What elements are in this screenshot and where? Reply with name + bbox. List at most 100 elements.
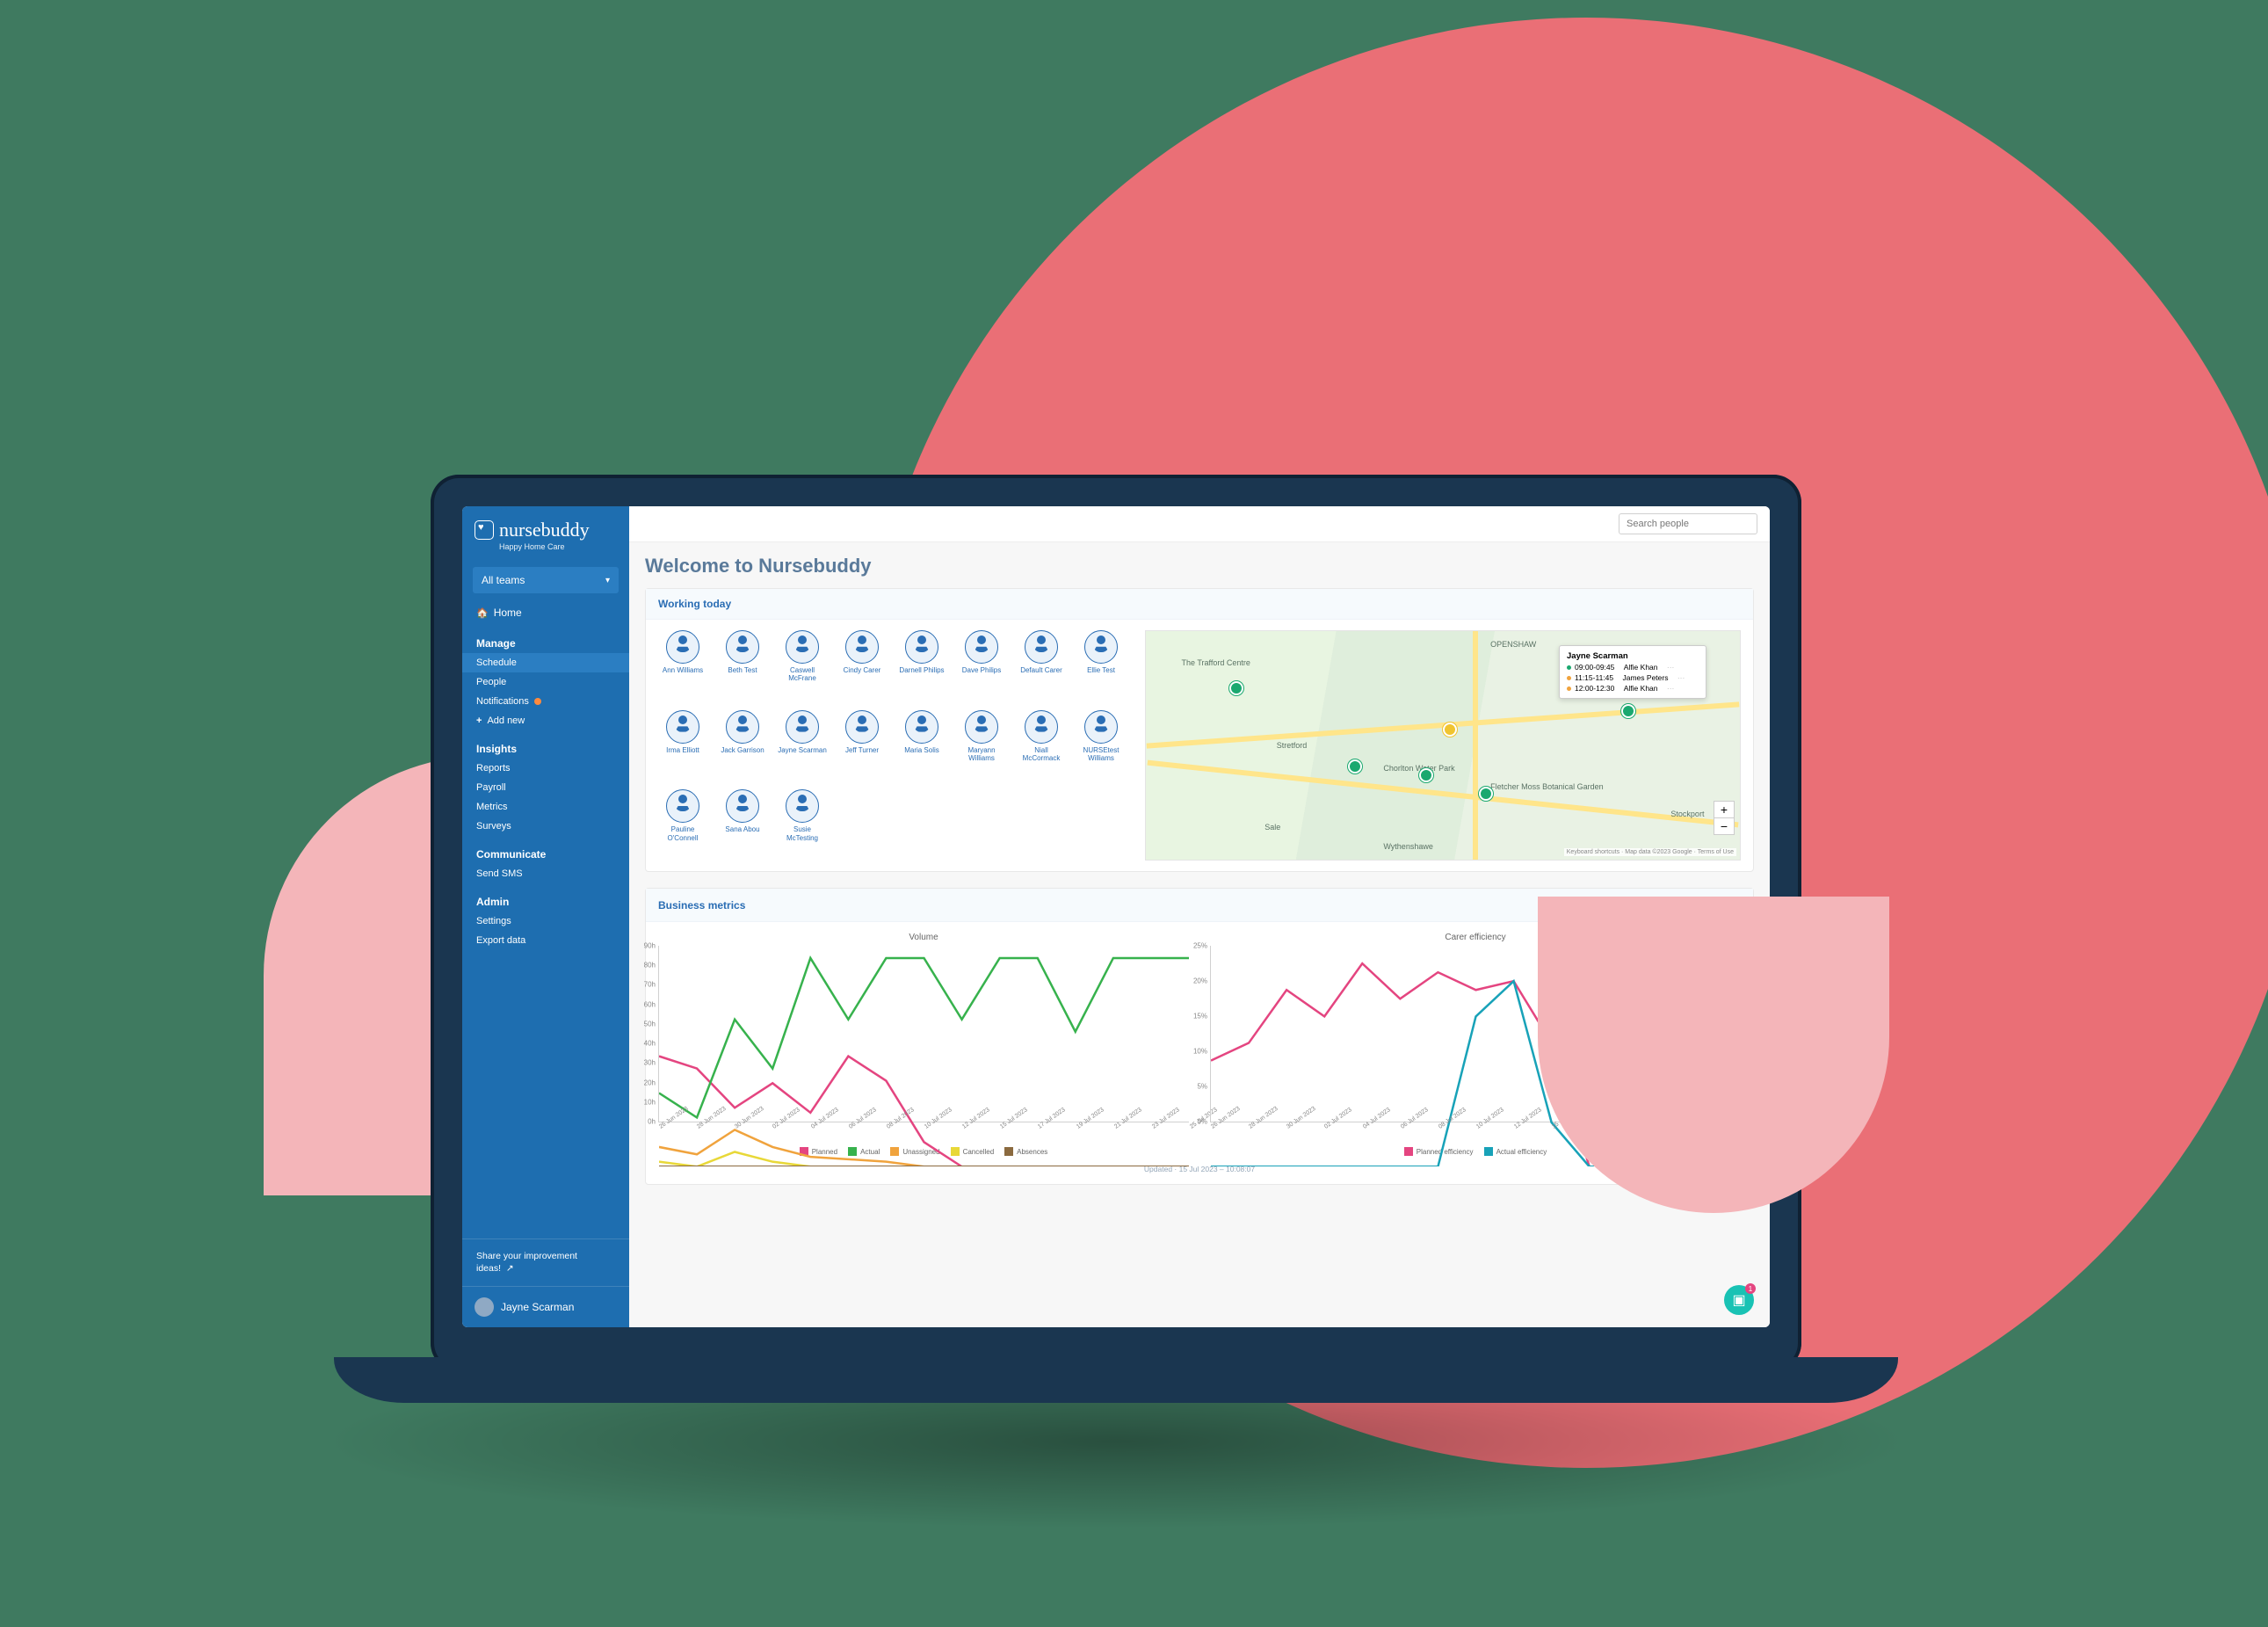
- carer-name: Ellie Test: [1087, 666, 1115, 674]
- nav-export-data[interactable]: Export data: [462, 931, 629, 950]
- nav-schedule[interactable]: Schedule: [462, 653, 629, 672]
- carer-item[interactable]: Niall McCormack: [1017, 710, 1066, 781]
- nav-home[interactable]: Home: [462, 600, 629, 625]
- nav-surveys[interactable]: Surveys: [462, 817, 629, 836]
- carer-item[interactable]: Jack Garrison: [718, 710, 767, 781]
- avatar-icon: [726, 630, 759, 664]
- carer-name: Irma Elliott: [666, 746, 699, 754]
- brand-block: nursebuddy Happy Home Care: [462, 506, 629, 560]
- avatar-icon: [726, 789, 759, 823]
- map-label: OPENSHAW: [1490, 640, 1536, 649]
- avatar-icon: [1084, 710, 1118, 744]
- avatar-icon: [726, 710, 759, 744]
- map-label: Stretford: [1277, 741, 1308, 750]
- map-label: Fletcher Moss Botanical Garden: [1490, 782, 1604, 791]
- carer-item[interactable]: Default Carer: [1017, 630, 1066, 701]
- nav-section-admin: Admin: [462, 883, 629, 912]
- carer-name: Jeff Turner: [845, 746, 879, 754]
- carer-item[interactable]: Irma Elliott: [658, 710, 707, 781]
- carer-item[interactable]: Cindy Carer: [837, 630, 887, 701]
- panel-metrics-header: Business metrics: [658, 899, 745, 912]
- carer-name: Cindy Carer: [844, 666, 881, 674]
- nav-settings[interactable]: Settings: [462, 912, 629, 931]
- team-selector-label: All teams: [482, 574, 525, 586]
- avatar-icon: [845, 710, 879, 744]
- carer-item[interactable]: Maryann Williams: [957, 710, 1006, 781]
- carer-item[interactable]: Ellie Test: [1076, 630, 1126, 701]
- notification-dot-icon: [534, 698, 541, 705]
- carer-item[interactable]: Caswell McFrane: [778, 630, 827, 701]
- tooltip-title: Jayne Scarman: [1567, 651, 1628, 661]
- carer-name: Default Carer: [1020, 666, 1062, 674]
- panel-working-today-header: Working today: [646, 589, 1753, 620]
- map-tooltip: Jayne Scarman 09:00-09:45 Alfie Khan ···…: [1559, 645, 1706, 699]
- map-label: The Trafford Centre: [1182, 658, 1250, 667]
- carer-name: Sana Abou: [725, 825, 759, 833]
- carer-name: Niall McCormack: [1017, 746, 1066, 762]
- carer-item[interactable]: Maria Solis: [897, 710, 946, 781]
- nav-reports[interactable]: Reports: [462, 759, 629, 778]
- team-selector[interactable]: All teams ▾: [473, 567, 619, 593]
- nav-people[interactable]: People: [462, 672, 629, 692]
- carer-item[interactable]: Beth Test: [718, 630, 767, 701]
- carer-name: Susie McTesting: [778, 825, 827, 841]
- carer-name: Maria Solis: [904, 746, 939, 754]
- nav-notifications[interactable]: Notifications: [462, 692, 629, 711]
- nav-send-sms[interactable]: Send SMS: [462, 864, 629, 883]
- map-pin-icon[interactable]: [1621, 704, 1635, 718]
- carer-item[interactable]: Jeff Turner: [837, 710, 887, 781]
- avatar-icon: [845, 630, 879, 664]
- carer-name: Caswell McFrane: [778, 666, 827, 682]
- nav-payroll[interactable]: Payroll: [462, 778, 629, 797]
- map-label: Stockport: [1670, 810, 1704, 818]
- avatar-icon: [965, 630, 998, 664]
- avatar-icon: [1025, 630, 1058, 664]
- current-user[interactable]: Jayne Scarman: [462, 1286, 629, 1327]
- carer-grid: Ann Williams Beth Test Caswell McFrane Cind…: [658, 630, 1126, 861]
- map-pin-icon[interactable]: [1419, 768, 1433, 782]
- carer-item[interactable]: Sana Abou: [718, 789, 767, 861]
- carer-item[interactable]: NURSEtest Williams: [1076, 710, 1126, 781]
- avatar-icon: [666, 789, 699, 823]
- carer-name: Ann Williams: [663, 666, 703, 674]
- carer-item[interactable]: Jayne Scarman: [778, 710, 827, 781]
- search-input[interactable]: Search people: [1619, 513, 1757, 534]
- carer-name: Jayne Scarman: [778, 746, 827, 754]
- carer-name: Beth Test: [728, 666, 757, 674]
- nav-section-insights: Insights: [462, 730, 629, 759]
- chat-badge: 1: [1745, 1283, 1756, 1294]
- carer-name: Pauline O'Connell: [658, 825, 707, 841]
- map-label: Sale: [1264, 823, 1280, 832]
- avatar-icon: [905, 630, 938, 664]
- map-pin-icon[interactable]: [1479, 787, 1493, 801]
- avatar-icon: [786, 630, 819, 664]
- zoom-out-button[interactable]: −: [1714, 818, 1734, 834]
- carer-name: Darnell Philips: [899, 666, 944, 674]
- carer-item[interactable]: Pauline O'Connell: [658, 789, 707, 861]
- chart-plot-area: 0h10h20h30h40h50h60h70h80h90h: [658, 946, 1189, 1122]
- carer-item[interactable]: Ann Williams: [658, 630, 707, 701]
- nav-add-new[interactable]: +Add new: [462, 711, 629, 730]
- improvement-link[interactable]: Share your improvement ideas! ↗: [462, 1238, 629, 1286]
- topbar: Search people: [629, 506, 1770, 542]
- map-label: Wythenshawe: [1383, 842, 1432, 851]
- avatar-icon: [666, 710, 699, 744]
- carer-item[interactable]: Susie McTesting: [778, 789, 827, 861]
- carer-name: Maryann Williams: [957, 746, 1006, 762]
- nav-metrics[interactable]: Metrics: [462, 797, 629, 817]
- avatar-icon: [1025, 710, 1058, 744]
- avatar-icon: [965, 710, 998, 744]
- page-title: Welcome to Nursebuddy: [645, 555, 1754, 577]
- map-pin-icon[interactable]: [1348, 759, 1362, 774]
- chat-icon: ▣: [1732, 1291, 1745, 1309]
- zoom-in-button[interactable]: +: [1714, 802, 1734, 818]
- panel-working-today: Working today Ann Williams Beth Test Caswe…: [645, 588, 1754, 872]
- avatar-icon: [905, 710, 938, 744]
- chat-fab-button[interactable]: ▣ 1: [1724, 1285, 1754, 1315]
- carer-item[interactable]: Dave Philips: [957, 630, 1006, 701]
- carer-item[interactable]: Darnell Philips: [897, 630, 946, 701]
- map[interactable]: The Trafford Centre Stretford Sale Stock…: [1145, 630, 1741, 861]
- map-pin-icon[interactable]: [1229, 681, 1243, 695]
- map-pin-selected-icon[interactable]: [1443, 723, 1457, 737]
- plus-icon: +: [476, 715, 482, 726]
